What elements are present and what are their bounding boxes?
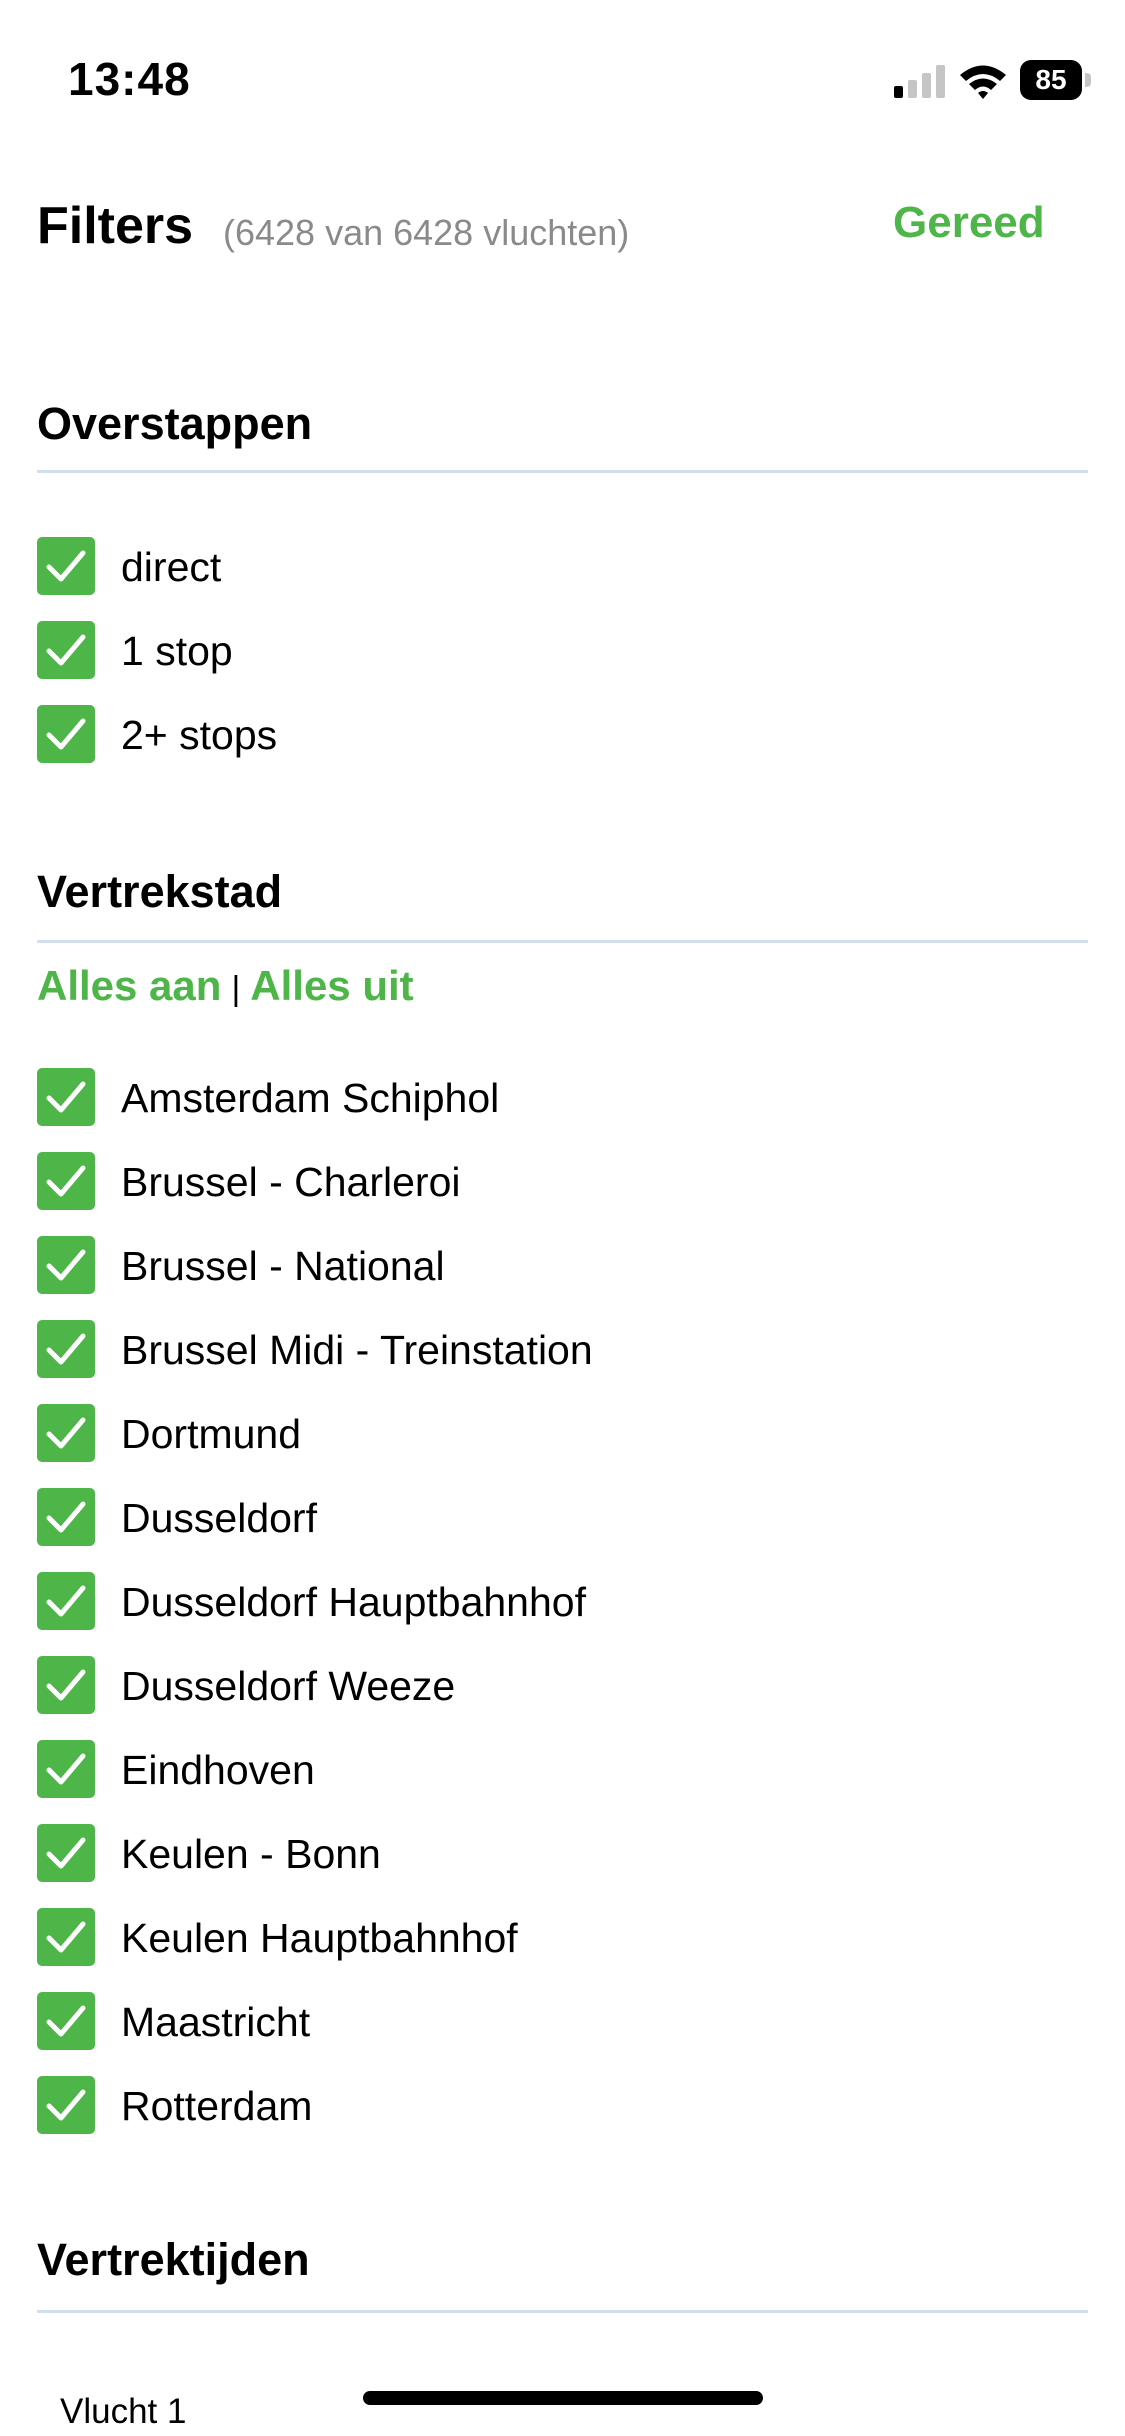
- city-option-label: Keulen Hauptbahnhof: [121, 1915, 518, 1961]
- checkmark-icon: [46, 1837, 86, 1869]
- checkmark-icon: [46, 1165, 86, 1197]
- city-option-label: Keulen - Bonn: [121, 1831, 381, 1877]
- city-option-label: Dortmund: [121, 1411, 302, 1457]
- city-option-row[interactable]: Dusseldorf Weeze: [37, 1656, 937, 1714]
- checkbox[interactable]: [37, 1824, 95, 1882]
- checkmark-icon: [46, 1081, 86, 1113]
- city-option-row[interactable]: Dortmund: [37, 1404, 937, 1462]
- section-title-stops: Overstappen: [37, 398, 313, 449]
- checkbox[interactable]: [37, 1404, 95, 1462]
- city-option-row[interactable]: Amsterdam Schiphol: [37, 1068, 937, 1126]
- done-button[interactable]: Gereed: [893, 198, 1045, 248]
- city-option-label: Brussel - National: [121, 1243, 445, 1289]
- home-indicator: [363, 2391, 763, 2405]
- city-option-label: Maastricht: [121, 1999, 311, 2045]
- checkmark-icon: [46, 634, 86, 666]
- cellular-signal-icon: [894, 64, 948, 98]
- stop-option-label: direct: [121, 544, 222, 590]
- stop-option-row[interactable]: 1 stop: [37, 621, 937, 679]
- checkmark-icon: [46, 1417, 86, 1449]
- checkbox[interactable]: [37, 537, 95, 595]
- stop-option-row[interactable]: direct: [37, 537, 937, 595]
- deselect-all-link[interactable]: Alles uit: [250, 962, 413, 1009]
- city-option-row[interactable]: Brussel Midi - Treinstation: [37, 1320, 937, 1378]
- city-option-label: Dusseldorf: [121, 1495, 317, 1541]
- city-option-label: Dusseldorf Hauptbahnhof: [121, 1579, 586, 1625]
- city-option-row[interactable]: Brussel - National: [37, 1236, 937, 1294]
- status-bar: 13:48 85: [0, 0, 1125, 150]
- select-toggle-links: Alles aan | Alles uit: [37, 962, 414, 1010]
- stop-option-row[interactable]: 2+ stops: [37, 705, 937, 763]
- checkbox[interactable]: [37, 1572, 95, 1630]
- checkbox[interactable]: [37, 621, 95, 679]
- section-title-departure-city: Vertrekstad: [37, 866, 283, 917]
- stop-option-label: 2+ stops: [121, 712, 278, 758]
- city-option-row[interactable]: Dusseldorf: [37, 1488, 937, 1546]
- checkbox[interactable]: [37, 705, 95, 763]
- checkbox[interactable]: [37, 1068, 95, 1126]
- city-option-label: Brussel Midi - Treinstation: [121, 1327, 593, 1373]
- checkmark-icon: [46, 718, 86, 750]
- checkbox[interactable]: [37, 1236, 95, 1294]
- checkmark-icon: [46, 1585, 86, 1617]
- checkbox[interactable]: [37, 1656, 95, 1714]
- checkmark-icon: [46, 1669, 86, 1701]
- section-title-departure-times: Vertrektijden: [37, 2234, 310, 2285]
- divider: [37, 2310, 1088, 2313]
- city-option-row[interactable]: Brussel - Charleroi: [37, 1152, 937, 1210]
- checkmark-icon: [46, 1921, 86, 1953]
- flight-count: (6428 van 6428 vluchten): [223, 212, 630, 253]
- city-option-label: Dusseldorf Weeze: [121, 1663, 456, 1709]
- select-all-link[interactable]: Alles aan: [37, 962, 221, 1009]
- checkmark-icon: [46, 1753, 86, 1785]
- divider: [37, 940, 1088, 943]
- city-option-label: Brussel - Charleroi: [121, 1159, 461, 1205]
- city-option-label: Rotterdam: [121, 2083, 313, 2129]
- city-option-row[interactable]: Keulen Hauptbahnhof: [37, 1908, 937, 1966]
- checkbox[interactable]: [37, 1152, 95, 1210]
- separator: |: [231, 970, 241, 1008]
- city-option-row[interactable]: Keulen - Bonn: [37, 1824, 937, 1882]
- page-title: Filters: [37, 197, 194, 255]
- checkbox[interactable]: [37, 1908, 95, 1966]
- checkmark-icon: [46, 550, 86, 582]
- city-option-row[interactable]: Eindhoven: [37, 1740, 937, 1798]
- flight-label: Vlucht 1: [60, 2392, 187, 2431]
- checkmark-icon: [46, 2005, 86, 2037]
- checkbox[interactable]: [37, 1488, 95, 1546]
- checkbox[interactable]: [37, 2076, 95, 2134]
- city-option-row[interactable]: Rotterdam: [37, 2076, 937, 2134]
- battery-level: 85: [1020, 60, 1082, 100]
- checkbox[interactable]: [37, 1992, 95, 2050]
- city-option-row[interactable]: Dusseldorf Hauptbahnhof: [37, 1572, 937, 1630]
- header: Filters (6428 van 6428 vluchten) Gereed: [0, 190, 1125, 270]
- checkmark-icon: [46, 1501, 86, 1533]
- checkmark-icon: [46, 2089, 86, 2121]
- battery-icon: 85: [1020, 60, 1091, 100]
- checkmark-icon: [46, 1249, 86, 1281]
- wifi-icon: [960, 65, 1006, 99]
- checkbox[interactable]: [37, 1320, 95, 1378]
- divider: [37, 470, 1088, 473]
- checkbox[interactable]: [37, 1740, 95, 1798]
- checkmark-icon: [46, 1333, 86, 1365]
- stop-option-label: 1 stop: [121, 628, 233, 674]
- city-option-label: Eindhoven: [121, 1747, 315, 1793]
- status-time: 13:48: [68, 53, 191, 105]
- city-option-row[interactable]: Maastricht: [37, 1992, 937, 2050]
- city-option-label: Amsterdam Schiphol: [121, 1075, 500, 1121]
